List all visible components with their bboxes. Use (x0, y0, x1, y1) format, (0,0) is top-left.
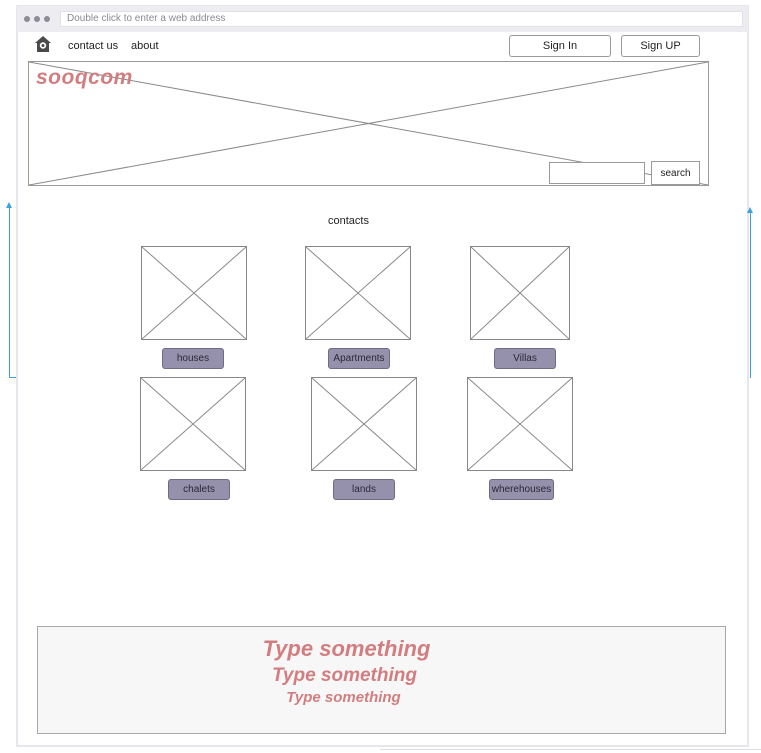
nav-link-contact-us[interactable]: contact us (68, 40, 118, 52)
arrow-up-icon (6, 202, 12, 208)
section-title: contacts (328, 215, 369, 227)
arrow-up-icon (747, 207, 753, 213)
category-button-houses[interactable]: houses (162, 348, 224, 369)
category-button-villas[interactable]: Villas (494, 348, 556, 369)
footer-text-large: Type something (262, 636, 431, 661)
sign-up-button[interactable]: Sign UP (621, 35, 700, 57)
search-button[interactable]: search (651, 161, 700, 185)
window-dot-icon (34, 16, 40, 22)
category-button-wherehouses[interactable]: wherehouses (489, 479, 554, 500)
window-dot-icon (24, 16, 30, 22)
category-image-placeholder (470, 246, 570, 340)
category-button-apartments[interactable]: Apartments (328, 348, 390, 369)
footer-text-small: Type something (286, 689, 401, 706)
category-image-placeholder (311, 377, 417, 471)
footer-text-medium: Type something (272, 665, 417, 686)
home-icon[interactable] (34, 35, 52, 53)
category-image-placeholder (305, 246, 411, 340)
category-button-lands[interactable]: lands (333, 479, 395, 500)
category-image-placeholder (467, 377, 573, 471)
category-button-chalets[interactable]: chalets (168, 479, 230, 500)
connector-line (9, 206, 10, 378)
nav-link-about[interactable]: about (131, 40, 159, 52)
window-dot-icon (44, 16, 50, 22)
search-input[interactable] (549, 162, 645, 184)
sign-in-button[interactable]: Sign In (509, 35, 611, 57)
connector-line (750, 212, 751, 378)
category-image-placeholder (140, 377, 246, 471)
category-image-placeholder (141, 246, 247, 340)
scrollbar-track (380, 749, 761, 750)
connector-line (9, 377, 16, 378)
site-logo[interactable]: sooqcom (36, 66, 133, 90)
address-bar[interactable]: Double click to enter a web address (60, 11, 743, 27)
